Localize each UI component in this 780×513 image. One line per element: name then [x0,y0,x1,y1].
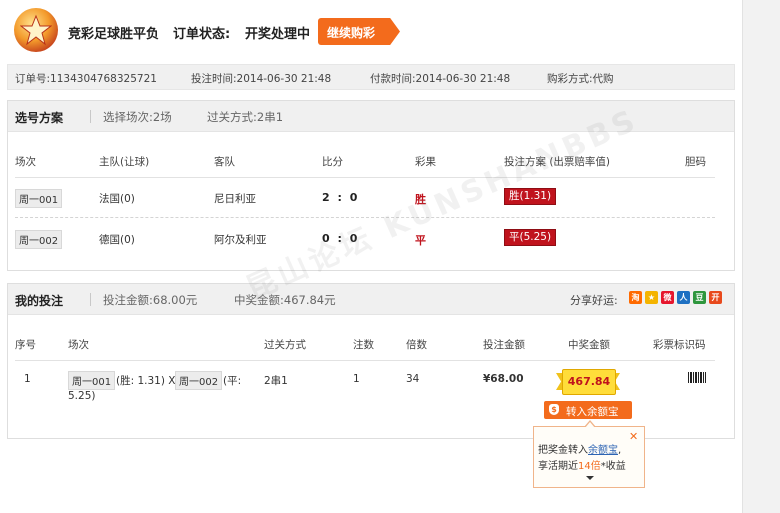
multiple-value: 34 [406,373,420,385]
col-result: 彩果 [415,156,436,168]
continue-buy-label: 继续购彩 [327,26,376,40]
pick-1: (胜: 1.31) X [116,375,176,387]
col-multiple: 倍数 [406,339,427,351]
share-label: 分享好运: [570,294,618,307]
my-bets-panel-header: 我的投注 投注金额:68.00元 中奖金额:467.84元 [8,284,734,315]
tooltip-text: , [618,445,622,456]
col-amount: 投注金额 [483,339,525,351]
col-ticket-code: 彩票标识码 [653,339,706,351]
order-info-bar: 订单号:1134304768325721 投注时间:2014-06-30 21:… [7,64,735,90]
lottery-logo-icon [14,8,58,52]
header-divider [15,360,715,361]
pick-2-continued: 5.25) [68,390,96,402]
tooltip-highlight: 14倍 [578,461,601,472]
col-away: 客队 [214,156,235,168]
col-score: 比分 [322,156,343,168]
pay-time: 付款时间:2014-06-30 21:48 [370,73,511,85]
tooltip-line-1: 把奖金转入余额宝, [538,441,621,456]
bet-amount-summary: 投注金额:68.00元 [103,293,198,307]
right-scroll-rail [742,0,780,513]
match-code: 周一002 [175,371,223,390]
buy-method: 购彩方式:代购 [547,73,614,85]
col-matches: 场次 [68,339,89,351]
col-match: 场次 [15,156,36,168]
order-number: 订单号:1134304768325721 [15,73,157,85]
row-index: 1 [24,373,31,385]
match-code: 周一001 [15,189,63,208]
prize-badge: 467.84 [556,369,620,397]
kaixin-icon[interactable]: 开 [709,291,722,304]
match-code: 周一001 [68,371,116,390]
tooltip-line-2: 享活期近14倍*收益 [538,457,626,472]
pick-2: (平: [223,375,242,387]
amount-value: ¥68.00 [483,373,524,385]
douban-icon[interactable]: 豆 [693,291,706,304]
score: 2 : 0 [322,191,360,204]
transfer-yuebao-button[interactable]: $ 转入余额宝 [544,401,632,419]
qzone-icon[interactable]: ★ [645,291,658,304]
match-code: 周一002 [15,230,63,249]
barcode-icon [688,372,706,383]
order-status-value: 开奖处理中 [245,27,311,42]
selection-heading: 选号方案 [15,111,64,125]
home-team: 德国(0) [99,234,135,246]
divider [90,293,91,306]
taobao-icon[interactable]: 淘 [629,291,642,304]
tooltip-text: *收益 [600,461,626,472]
divider [90,110,91,123]
renren-icon[interactable]: 人 [677,291,690,304]
col-pass-type: 过关方式 [264,339,306,351]
col-index: 序号 [15,339,36,351]
prize-plate: 467.84 [562,369,616,395]
yuebao-link[interactable]: 余额宝 [588,445,618,456]
order-status-label: 订单状态: [173,27,231,42]
pass-type: 过关方式:2串1 [207,110,284,124]
tooltip-text: 享活期近 [538,461,578,472]
tooltip-arrow-inner [585,422,595,428]
close-icon[interactable]: ✕ [629,430,638,443]
pass-type-value: 2串1 [264,375,288,387]
continue-buy-button[interactable]: 继续购彩 [318,18,400,45]
col-count: 注数 [353,339,374,351]
bet-odds-badge: 平(5.25) [504,229,557,246]
col-prize: 中奖金额 [568,339,610,351]
money-bag-icon: $ [549,404,559,415]
my-bets-heading: 我的投注 [15,294,64,308]
matches-selected: 选择场次:2场 [103,110,172,124]
header-divider [15,177,715,178]
away-team: 尼日利亚 [214,193,256,205]
col-banker: 胆码 [685,156,706,168]
weibo-icon[interactable]: 微 [661,291,674,304]
yuebao-tooltip: ✕ 把奖金转入余额宝, 享活期近14倍*收益 [533,420,645,488]
page-title: 竞彩足球胜平负 [68,27,160,42]
transfer-yuebao-label: 转入余额宝 [566,406,619,418]
home-team: 法国(0) [99,193,135,205]
count-value: 1 [353,373,360,385]
tooltip-text: 把奖金转入 [538,445,588,456]
col-home: 主队(让球) [99,156,150,168]
prize-value: 467.84 [567,375,611,388]
bet-time: 投注时间:2014-06-30 21:48 [191,73,332,85]
caret-down-icon[interactable] [586,476,594,480]
away-team: 阿尔及利亚 [214,234,267,246]
